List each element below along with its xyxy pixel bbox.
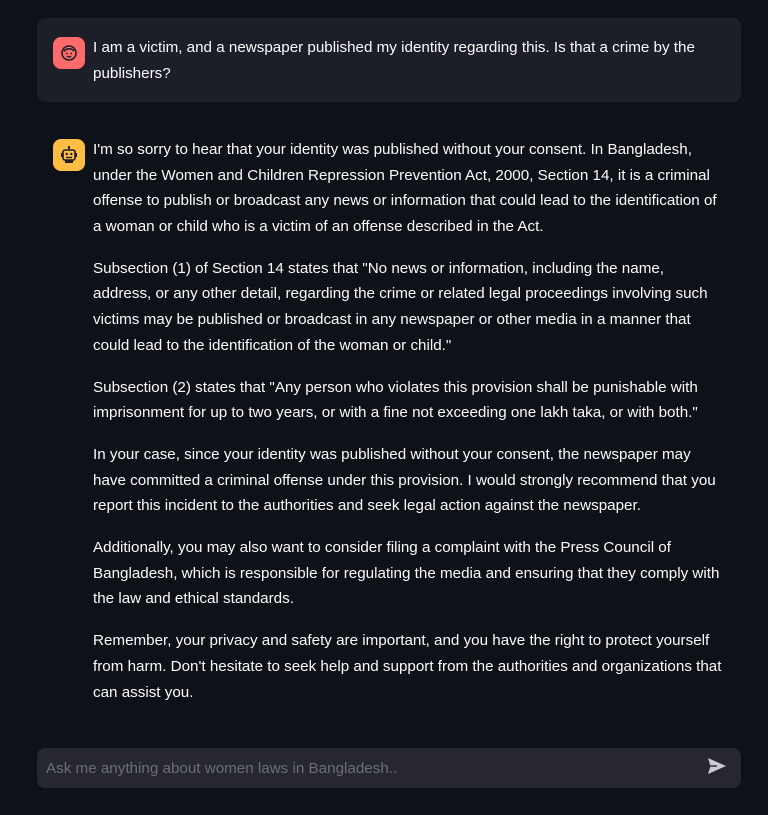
- assistant-paragraph: I'm so sorry to hear that your identity …: [93, 141, 717, 235]
- assistant-paragraph: In your case, since your identity was pu…: [93, 446, 716, 515]
- send-button[interactable]: [703, 754, 731, 782]
- user-message-body: I am a victim, and a newspaper published…: [93, 35, 725, 86]
- chat-page: I am a victim, and a newspaper published…: [0, 0, 768, 815]
- assistant-avatar: [53, 139, 85, 171]
- assistant-message-body: I'm so sorry to hear that your identity …: [93, 137, 725, 722]
- user-avatar: [53, 37, 85, 69]
- send-icon: [707, 757, 727, 780]
- assistant-message: I'm so sorry to hear that your identity …: [37, 120, 741, 722]
- user-face-icon: [59, 43, 79, 63]
- assistant-paragraph: Remember, your privacy and safety are im…: [93, 632, 722, 701]
- user-message-text: I am a victim, and a newspaper published…: [93, 39, 695, 82]
- assistant-paragraph: Subsection (1) of Section 14 states that…: [93, 259, 708, 354]
- user-message: I am a victim, and a newspaper published…: [37, 18, 741, 102]
- assistant-paragraph: Subsection (2) states that "Any person w…: [93, 378, 698, 422]
- chat-input-bar: [37, 748, 741, 788]
- chat-input[interactable]: [46, 749, 703, 787]
- assistant-paragraph: Additionally, you may also want to consi…: [93, 539, 720, 608]
- robot-icon: [59, 145, 79, 165]
